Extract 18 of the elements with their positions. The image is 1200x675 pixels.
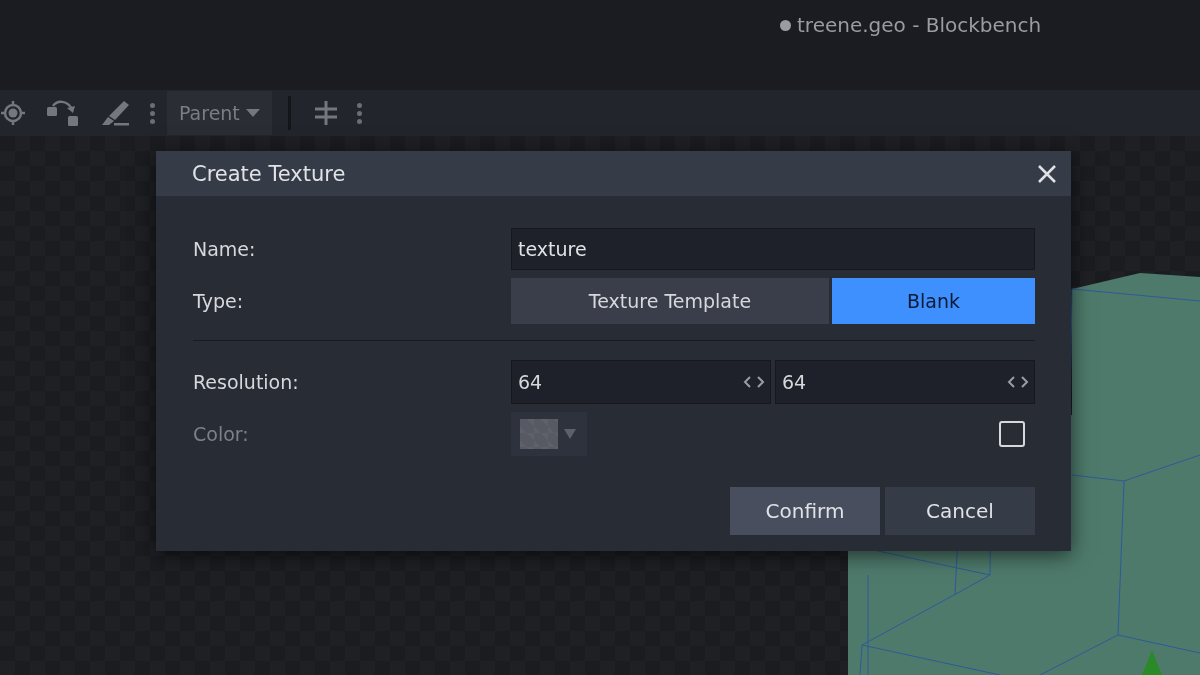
stepper-icon[interactable] [742,375,766,389]
resolution-input[interactable]: 64 [511,360,771,404]
resolution-input[interactable]: 64 [775,360,1035,404]
type-option[interactable]: Texture Template [511,278,829,324]
type-option[interactable]: Blank [832,278,1035,324]
type-label: Type: [193,290,245,312]
name-input[interactable]: texture [511,228,1035,270]
color-picker[interactable] [511,412,587,456]
window-title: treene.geo - Blockbench [797,13,1042,37]
caret-icon [564,429,576,439]
dialog-title: Create Texture [192,161,346,186]
color-label: Color: [193,423,250,445]
resolution-label: Resolution: [193,371,300,393]
stepper-icon[interactable] [1006,375,1030,389]
confirm-button[interactable]: Confirm [730,487,880,535]
caret-icon [245,108,260,118]
cancel-button[interactable]: Cancel [885,487,1035,535]
name-label: Name: [193,238,257,260]
